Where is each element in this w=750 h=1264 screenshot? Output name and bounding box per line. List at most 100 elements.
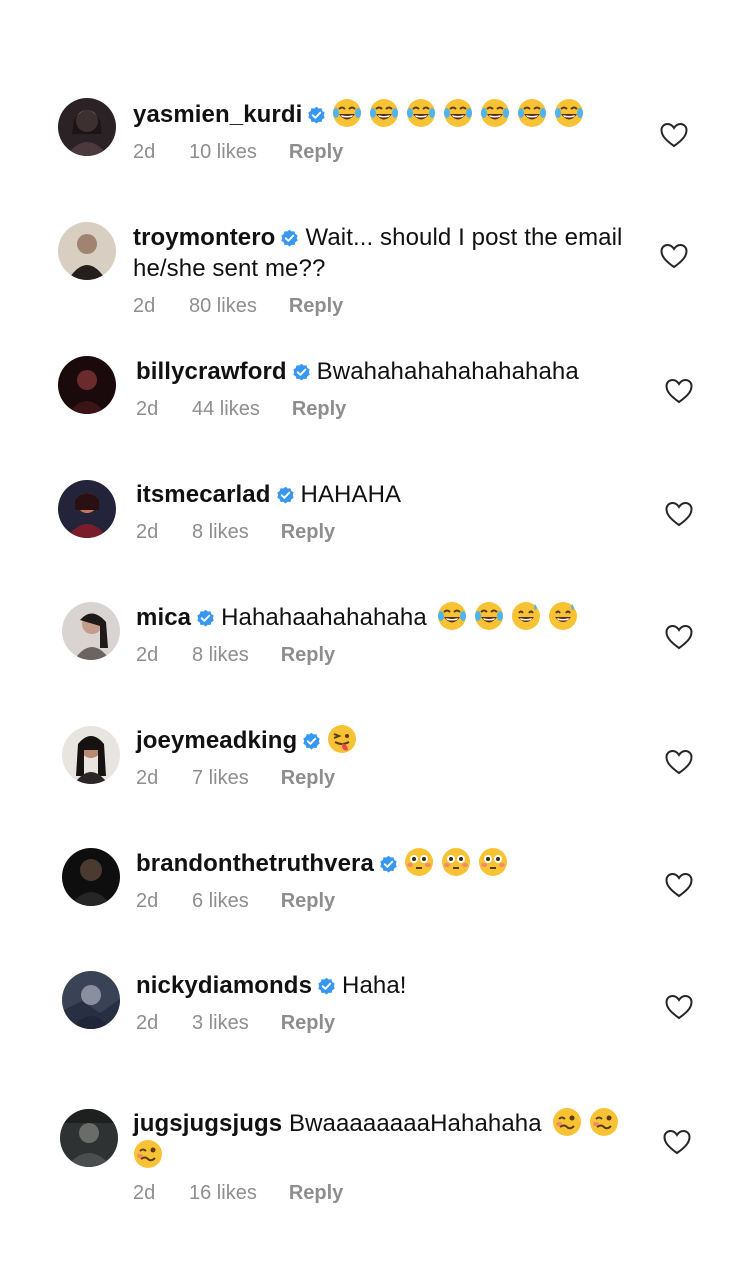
comment-meta: 2d 8 likes Reply bbox=[136, 521, 630, 544]
grinning-sweat-emoji-icon bbox=[548, 601, 578, 631]
avatar-image bbox=[62, 848, 120, 906]
woozy-emoji-icon bbox=[552, 1107, 582, 1137]
verified-badge-icon bbox=[302, 732, 321, 751]
reply-button[interactable]: Reply bbox=[281, 1012, 335, 1035]
comment-item: mica Hahahaahahahaha 2d 8 likes Reply bbox=[0, 601, 750, 701]
likes-count[interactable]: 7 likes bbox=[192, 767, 249, 790]
comment-text: jugsjugsjugs BwaaaaaaaaHahahaha bbox=[133, 1107, 630, 1171]
tongue-wink-emoji-icon bbox=[327, 724, 357, 754]
comment-time: 2d bbox=[133, 1182, 156, 1204]
tears-of-joy-emoji-icon bbox=[474, 601, 504, 631]
avatar[interactable] bbox=[62, 971, 120, 1029]
tears-of-joy-emoji-icon bbox=[480, 98, 510, 128]
reply-button[interactable]: Reply bbox=[281, 521, 335, 544]
grinning-sweat-emoji-icon bbox=[511, 601, 541, 631]
flushed-emoji-icon bbox=[441, 847, 471, 877]
comment-message: BwaaaaaaaaHahahaha bbox=[289, 1110, 542, 1137]
username[interactable]: troymontero bbox=[133, 224, 275, 251]
heart-outline-icon[interactable] bbox=[665, 872, 693, 898]
verified-badge-icon bbox=[280, 229, 299, 248]
comment-meta: 2d 3 likes Reply bbox=[136, 1012, 630, 1035]
comment-item: troymontero Wait... should I post the ema… bbox=[0, 220, 750, 330]
comment-meta: 2d 16 likes Reply bbox=[133, 1182, 630, 1205]
avatar-image bbox=[58, 356, 116, 414]
comment-message: Haha! bbox=[342, 972, 407, 999]
comments-list: yasmien_kurdi 2d 10 likes Reply troymonter… bbox=[0, 0, 750, 1264]
avatar[interactable] bbox=[62, 848, 120, 906]
avatar-image bbox=[62, 971, 120, 1029]
comment-text: troymontero Wait... should I post the ema… bbox=[133, 222, 630, 284]
heart-outline-icon[interactable] bbox=[660, 122, 688, 148]
username[interactable]: billycrawford bbox=[136, 358, 287, 385]
comment-text: itsmecarlad HAHAHA bbox=[136, 479, 630, 510]
username[interactable]: yasmien_kurdi bbox=[133, 101, 302, 128]
username[interactable]: mica bbox=[136, 604, 191, 631]
reply-button[interactable]: Reply bbox=[281, 890, 335, 913]
reply-button[interactable]: Reply bbox=[289, 1182, 343, 1205]
reply-button[interactable]: Reply bbox=[281, 767, 335, 790]
reply-button[interactable]: Reply bbox=[289, 141, 343, 164]
likes-count[interactable]: 8 likes bbox=[192, 644, 249, 667]
comment-item: itsmecarlad HAHAHA 2d 8 likes Reply bbox=[0, 479, 750, 579]
avatar[interactable] bbox=[58, 356, 116, 414]
comment-meta: 2d 80 likes Reply bbox=[133, 295, 630, 318]
verified-badge-icon bbox=[307, 106, 326, 125]
reply-button[interactable]: Reply bbox=[281, 644, 335, 667]
comment-text: mica Hahahaahahahaha bbox=[136, 601, 630, 633]
likes-count[interactable]: 8 likes bbox=[192, 521, 249, 544]
verified-badge-icon bbox=[292, 363, 311, 382]
comment-item: nickydiamonds Haha! 2d 3 likes Reply bbox=[0, 970, 750, 1070]
woozy-emoji-icon bbox=[589, 1107, 619, 1137]
heart-outline-icon[interactable] bbox=[665, 994, 693, 1020]
tears-of-joy-emoji-icon bbox=[443, 98, 473, 128]
reply-button[interactable]: Reply bbox=[289, 295, 343, 318]
comment-message: Hahahaahahahaha bbox=[221, 604, 427, 631]
username[interactable]: brandonthetruthvera bbox=[136, 850, 374, 877]
emoji-row bbox=[332, 98, 591, 128]
comment-item: jugsjugsjugs BwaaaaaaaaHahahaha 2d 16 lik… bbox=[0, 1107, 750, 1217]
comment-message: Bwahahahahahahahaha bbox=[316, 358, 579, 385]
avatar[interactable] bbox=[60, 1109, 118, 1167]
avatar[interactable] bbox=[62, 726, 120, 784]
comment-text: joeymeadking bbox=[136, 724, 630, 756]
emoji-row bbox=[437, 601, 585, 631]
tears-of-joy-emoji-icon bbox=[517, 98, 547, 128]
avatar[interactable] bbox=[58, 480, 116, 538]
heart-outline-icon[interactable] bbox=[665, 378, 693, 404]
username[interactable]: itsmecarlad bbox=[136, 481, 271, 508]
likes-count[interactable]: 44 likes bbox=[192, 398, 260, 421]
username[interactable]: jugsjugsjugs bbox=[133, 1110, 282, 1137]
heart-outline-icon[interactable] bbox=[663, 1129, 691, 1155]
likes-count[interactable]: 6 likes bbox=[192, 890, 249, 913]
comment-item: brandonthetruthvera 2d 6 likes Reply bbox=[0, 847, 750, 947]
heart-outline-icon[interactable] bbox=[660, 243, 688, 269]
heart-outline-icon[interactable] bbox=[665, 501, 693, 527]
comment-meta: 2d 7 likes Reply bbox=[136, 767, 630, 790]
reply-button[interactable]: Reply bbox=[292, 398, 346, 421]
likes-count[interactable]: 80 likes bbox=[189, 295, 257, 318]
avatar-image bbox=[62, 602, 120, 660]
comment-time: 2d bbox=[136, 890, 159, 912]
comment-time: 2d bbox=[136, 767, 159, 789]
tears-of-joy-emoji-icon bbox=[406, 98, 436, 128]
emoji-row bbox=[404, 847, 515, 877]
username[interactable]: nickydiamonds bbox=[136, 972, 312, 999]
likes-count[interactable]: 10 likes bbox=[189, 141, 257, 164]
username[interactable]: joeymeadking bbox=[136, 727, 297, 754]
avatar-image bbox=[58, 98, 116, 156]
likes-count[interactable]: 16 likes bbox=[189, 1182, 257, 1205]
comment-item: billycrawford Bwahahahahahahahaha 2d 44 li… bbox=[0, 356, 750, 456]
comment-meta: 2d 8 likes Reply bbox=[136, 644, 630, 667]
heart-outline-icon[interactable] bbox=[665, 624, 693, 650]
comment-time: 2d bbox=[136, 1012, 159, 1034]
comment-time: 2d bbox=[136, 644, 159, 666]
verified-badge-icon bbox=[276, 486, 295, 505]
avatar[interactable] bbox=[62, 602, 120, 660]
heart-outline-icon[interactable] bbox=[665, 749, 693, 775]
verified-badge-icon bbox=[196, 609, 215, 628]
comment-text: billycrawford Bwahahahahahahahaha bbox=[136, 356, 630, 387]
likes-count[interactable]: 3 likes bbox=[192, 1012, 249, 1035]
avatar[interactable] bbox=[58, 98, 116, 156]
avatar-image bbox=[58, 480, 116, 538]
avatar[interactable] bbox=[58, 222, 116, 280]
